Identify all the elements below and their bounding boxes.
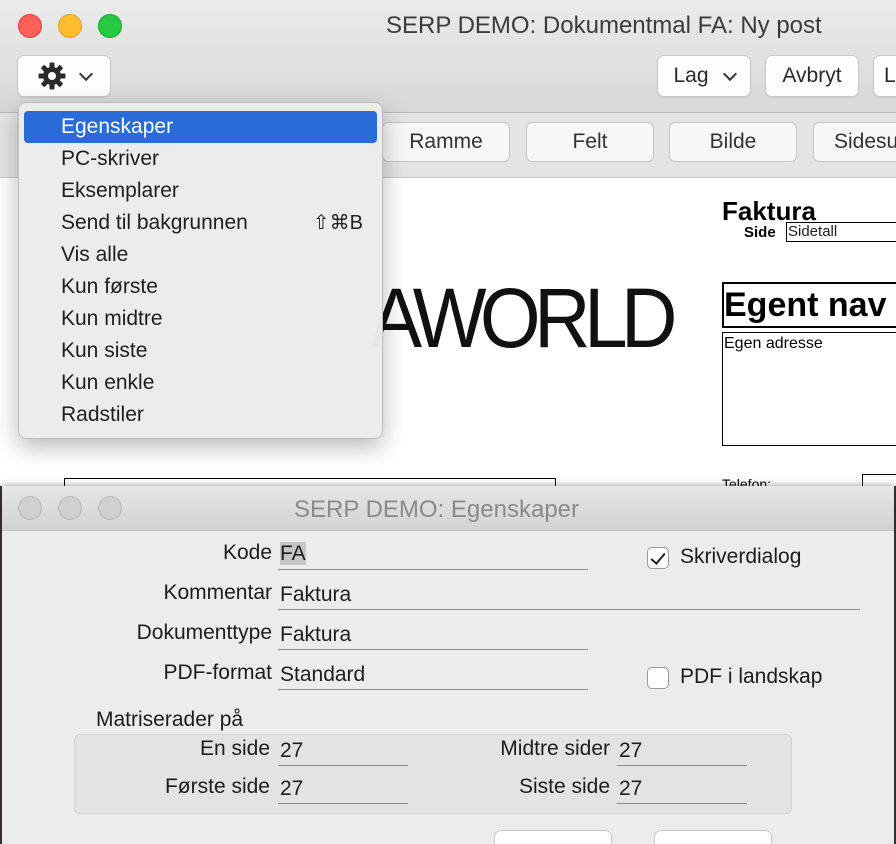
minimize-window-button[interactable]: [58, 496, 82, 520]
menu-item-label: Vis alle: [61, 243, 129, 266]
close-window-button[interactable]: [18, 496, 42, 520]
menu-item-kun-siste[interactable]: Kun siste: [24, 335, 377, 367]
close-window-button[interactable]: [18, 14, 42, 38]
menu-shortcut: ⇧⌘B: [312, 212, 363, 234]
menu-item-vis-alle[interactable]: Vis alle: [24, 239, 377, 271]
menu-item-label: Eksemplarer: [61, 179, 179, 202]
minimize-window-button[interactable]: [58, 14, 82, 38]
tab-sidesum[interactable]: Sidesu: [813, 122, 896, 162]
en-side-field[interactable]: [278, 736, 408, 766]
menu-item-label: Send til bakgrunnen: [61, 211, 248, 234]
forste-side-field[interactable]: [278, 774, 408, 804]
chevron-down-icon: [722, 66, 737, 81]
tab-felt[interactable]: Felt: [526, 122, 654, 162]
document-frame[interactable]: [64, 478, 556, 486]
title-bar: SERP DEMO: Dokumentmal FA: Ny post Lag A…: [0, 0, 896, 113]
egen-adresse-text: Egen adresse: [724, 335, 823, 352]
sidetall-field[interactable]: Sidetall: [786, 222, 896, 242]
egent-navn-field[interactable]: Egent nav: [722, 282, 896, 328]
forste-side-label: Første side: [164, 775, 270, 798]
gear-icon: [37, 61, 67, 91]
midtre-sider-field[interactable]: [617, 736, 747, 766]
checkmark-icon: [650, 549, 666, 565]
menu-item-kun-forste[interactable]: Kun første: [24, 271, 377, 303]
pdf-format-field[interactable]: [278, 660, 588, 690]
siste-side-field[interactable]: [617, 774, 747, 804]
menu-item-label: Kun første: [61, 275, 158, 298]
kode-label: Kode: [222, 541, 272, 564]
properties-window: SERP DEMO: Egenskaper Kode FA Skriverdia…: [2, 486, 894, 844]
midtre-sider-label: Midtre sider: [500, 737, 610, 760]
siste-side-label: Siste side: [518, 775, 610, 798]
egen-adresse-field[interactable]: Egen adresse: [722, 332, 896, 446]
pdf-landskap-checkbox[interactable]: [647, 667, 669, 689]
menu-item-eksemplarer[interactable]: Eksemplarer: [24, 175, 377, 207]
skriverdialog-label: Skriverdialog: [680, 545, 802, 568]
tab-bilde[interactable]: Bilde: [669, 122, 797, 162]
window-title: SERP DEMO: Dokumentmal FA: Ny post: [386, 12, 822, 39]
menu-item-label: Kun midtre: [61, 307, 163, 330]
menu-item-label: Kun enkle: [61, 371, 155, 394]
gear-menu-button[interactable]: [17, 55, 111, 97]
chevron-down-icon: [78, 66, 94, 81]
kommentar-label: Kommentar: [163, 581, 272, 604]
menu-item-label: Egenskaper: [61, 115, 174, 138]
avbryt-button[interactable]: Avbryt: [765, 55, 859, 97]
menu-item-label: Kun siste: [61, 339, 148, 362]
title-bar: SERP DEMO: Egenskaper: [2, 486, 894, 531]
menu-item-pc-skriver[interactable]: PC-skriver: [24, 143, 377, 175]
maximize-window-button[interactable]: [98, 14, 122, 38]
menu-item-send-til-bakgrunnen[interactable]: Send til bakgrunnen ⇧⌘B: [24, 207, 377, 239]
telefon-label[interactable]: Telefon:: [722, 476, 771, 486]
lag-dropdown-button[interactable]: Lag: [657, 55, 751, 97]
dokumenttype-label: Dokumenttype: [136, 621, 272, 644]
dialog-button[interactable]: [494, 830, 612, 844]
kode-field[interactable]: FA: [278, 540, 588, 570]
menu-item-label: Radstiler: [61, 403, 144, 426]
menu-item-radstiler[interactable]: Radstiler: [24, 399, 377, 431]
dialog-button[interactable]: [654, 830, 772, 844]
kommentar-field[interactable]: [278, 580, 860, 610]
menu-item-kun-enkle[interactable]: Kun enkle: [24, 367, 377, 399]
pdf-landskap-label: PDF i landskap: [680, 665, 823, 688]
dokumenttype-field[interactable]: [278, 620, 588, 650]
egent-navn-text: Egent nav: [724, 286, 887, 324]
maximize-window-button[interactable]: [98, 496, 122, 520]
company-logo[interactable]: AWORLD: [370, 270, 677, 367]
menu-item-egenskaper[interactable]: Egenskaper: [24, 111, 377, 143]
kode-value: FA: [280, 542, 306, 565]
en-side-label: En side: [199, 737, 270, 760]
menu-item-kun-midtre[interactable]: Kun midtre: [24, 303, 377, 335]
telefon-field[interactable]: [862, 474, 896, 486]
gear-dropdown-menu: Egenskaper PC-skriver Eksemplarer Send t…: [18, 102, 383, 439]
menu-item-label: PC-skriver: [61, 147, 159, 170]
matriserader-heading: Matriserader på: [96, 708, 244, 731]
tab-ramme[interactable]: Ramme: [382, 122, 510, 162]
l-button[interactable]: L: [873, 55, 896, 97]
pdf-format-label: PDF-format: [163, 661, 272, 684]
side-label[interactable]: Side: [744, 224, 776, 241]
skriverdialog-checkbox[interactable]: [647, 547, 669, 569]
window-title: SERP DEMO: Egenskaper: [294, 496, 580, 523]
lag-label: Lag: [673, 64, 709, 87]
